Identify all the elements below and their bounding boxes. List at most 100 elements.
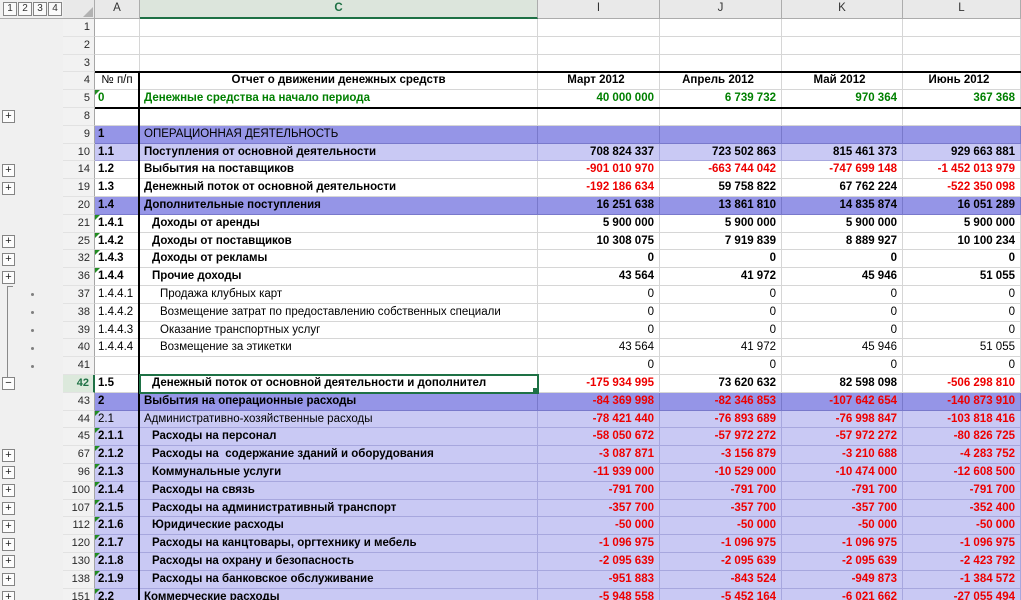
- row-header[interactable]: 41: [63, 357, 95, 375]
- cell-index[interactable]: 1.4.4.2: [95, 304, 140, 322]
- cell-value[interactable]: -357 700: [538, 500, 660, 518]
- cell-index[interactable]: 2.1.1: [95, 428, 140, 446]
- row-header[interactable]: 100: [63, 482, 95, 500]
- cell-value[interactable]: -107 642 654: [782, 393, 903, 411]
- outline-level-button[interactable]: 1: [3, 2, 17, 16]
- outline-level-button[interactable]: 3: [33, 2, 47, 16]
- cell-label[interactable]: Юридические расходы: [140, 517, 538, 535]
- cell-value[interactable]: 14 835 874: [782, 197, 903, 215]
- cell-value[interactable]: 929 663 881: [903, 144, 1021, 162]
- cell-value[interactable]: 41 972: [660, 268, 782, 286]
- cell-label[interactable]: Расходы на содержание зданий и оборудова…: [140, 446, 538, 464]
- cell-value[interactable]: -27 055 494: [903, 589, 1021, 600]
- column-header-J[interactable]: J: [660, 0, 782, 19]
- cell-value[interactable]: -80 826 725: [903, 428, 1021, 446]
- cell-label[interactable]: Коммерческие расходы: [140, 589, 538, 600]
- outline-expand-button[interactable]: +: [2, 520, 15, 533]
- cell-value[interactable]: -76 998 847: [782, 411, 903, 429]
- cell-value[interactable]: [903, 55, 1021, 73]
- cell-value[interactable]: 367 368: [903, 90, 1021, 108]
- cell-value[interactable]: -663 744 042: [660, 161, 782, 179]
- row-header[interactable]: 25: [63, 233, 95, 251]
- cell-label[interactable]: Отчет о движении денежных средств: [140, 72, 538, 90]
- cell-value[interactable]: 5 900 000: [538, 215, 660, 233]
- cell-index[interactable]: 1.5: [95, 375, 140, 393]
- cell-index[interactable]: 2.1.5: [95, 500, 140, 518]
- row-header[interactable]: 19: [63, 179, 95, 197]
- cell-label[interactable]: Расходы на банковское обслуживание: [140, 571, 538, 589]
- row-header[interactable]: 8: [63, 108, 95, 126]
- cell-value[interactable]: 43 564: [538, 268, 660, 286]
- selection-fill-handle[interactable]: [532, 387, 538, 393]
- outline-collapse-button[interactable]: −: [2, 377, 15, 390]
- row-header[interactable]: 37: [63, 286, 95, 304]
- outline-expand-button[interactable]: +: [2, 271, 15, 284]
- cell-value[interactable]: 41 972: [660, 339, 782, 357]
- cell-value[interactable]: -192 186 634: [538, 179, 660, 197]
- row-header[interactable]: 2: [63, 37, 95, 55]
- column-header-C[interactable]: C: [140, 0, 538, 19]
- cell-index[interactable]: 1.4.4.3: [95, 322, 140, 340]
- cell-value[interactable]: [782, 55, 903, 73]
- outline-level-button[interactable]: 2: [18, 2, 32, 16]
- cell-value[interactable]: 51 055: [903, 339, 1021, 357]
- outline-expand-button[interactable]: +: [2, 573, 15, 586]
- cell-value[interactable]: -78 421 440: [538, 411, 660, 429]
- selected-cell[interactable]: Денежный поток от основной деятельности …: [140, 375, 538, 393]
- cell-index[interactable]: [95, 357, 140, 375]
- cell-index[interactable]: 2.1: [95, 411, 140, 429]
- cell-value[interactable]: 59 758 822: [660, 179, 782, 197]
- cell-value[interactable]: 7 919 839: [660, 233, 782, 251]
- cell-value[interactable]: -3 210 688: [782, 446, 903, 464]
- outline-expand-button[interactable]: +: [2, 484, 15, 497]
- cell-label[interactable]: [140, 108, 538, 126]
- row-header[interactable]: 67: [63, 446, 95, 464]
- cell-value[interactable]: 43 564: [538, 339, 660, 357]
- row-header[interactable]: 43: [63, 393, 95, 411]
- cell-value[interactable]: -103 818 416: [903, 411, 1021, 429]
- cell-index[interactable]: 2.1.4: [95, 482, 140, 500]
- cell-value[interactable]: 0: [782, 357, 903, 375]
- cell-value[interactable]: -791 700: [660, 482, 782, 500]
- cell-value[interactable]: -949 873: [782, 571, 903, 589]
- cell-value[interactable]: 708 824 337: [538, 144, 660, 162]
- cell-value[interactable]: -1 096 975: [903, 535, 1021, 553]
- row-header[interactable]: 96: [63, 464, 95, 482]
- cell-value[interactable]: -352 400: [903, 500, 1021, 518]
- cell-value[interactable]: [660, 126, 782, 144]
- cell-value[interactable]: 0: [538, 304, 660, 322]
- cell-label[interactable]: Доходы от аренды: [140, 215, 538, 233]
- cell-value[interactable]: -1 452 013 979: [903, 161, 1021, 179]
- cell-label[interactable]: Возмещение затрат по предоставлению собс…: [140, 304, 538, 322]
- cell-value[interactable]: -2 095 639: [782, 553, 903, 571]
- row-header[interactable]: 4: [63, 72, 95, 90]
- cell-value[interactable]: [660, 37, 782, 55]
- row-header[interactable]: 130: [63, 553, 95, 571]
- cell-value[interactable]: -6 021 662: [782, 589, 903, 600]
- outline-expand-button[interactable]: +: [2, 555, 15, 568]
- cell-value[interactable]: 0: [782, 304, 903, 322]
- cell-value[interactable]: -11 939 000: [538, 464, 660, 482]
- row-header[interactable]: 10: [63, 144, 95, 162]
- cell-index[interactable]: 1.4.3: [95, 250, 140, 268]
- cell-label[interactable]: Прочие доходы: [140, 268, 538, 286]
- cell-label[interactable]: [140, 357, 538, 375]
- cell-label[interactable]: Выбытия на поставщиков: [140, 161, 538, 179]
- cell-index[interactable]: 1.1: [95, 144, 140, 162]
- cell-index[interactable]: 2.1.9: [95, 571, 140, 589]
- cell-value[interactable]: [782, 19, 903, 37]
- cell-index[interactable]: № п/п: [95, 72, 140, 90]
- cell-value[interactable]: -2 423 792: [903, 553, 1021, 571]
- cell-value[interactable]: [538, 37, 660, 55]
- row-header[interactable]: 40: [63, 339, 95, 357]
- cell-value[interactable]: -50 000: [903, 517, 1021, 535]
- row-header[interactable]: 14: [63, 161, 95, 179]
- cell-label[interactable]: [140, 37, 538, 55]
- outline-level-button[interactable]: 4: [48, 2, 62, 16]
- cell-value[interactable]: -5 948 558: [538, 589, 660, 600]
- cell-value[interactable]: -84 369 998: [538, 393, 660, 411]
- cell-value[interactable]: 0: [660, 357, 782, 375]
- outline-expand-button[interactable]: +: [2, 253, 15, 266]
- cell-index[interactable]: [95, 108, 140, 126]
- cell-value[interactable]: 6 739 732: [660, 90, 782, 108]
